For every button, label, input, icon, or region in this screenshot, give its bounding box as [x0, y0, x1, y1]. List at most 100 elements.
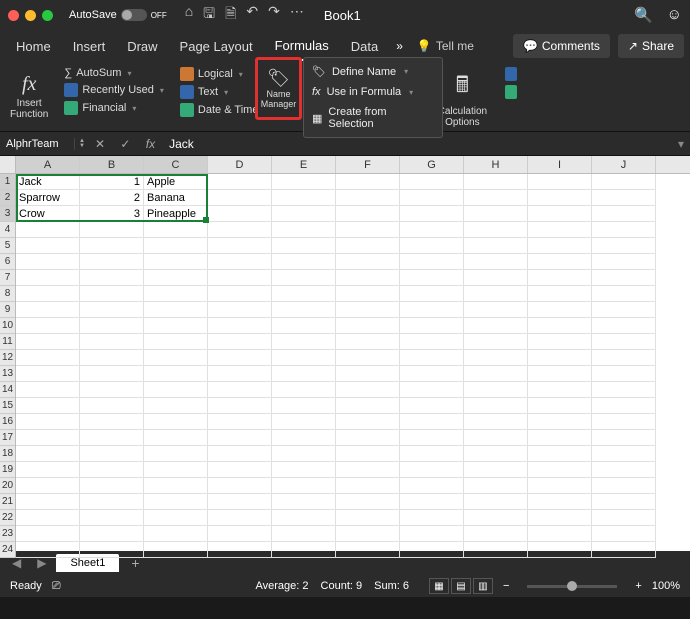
autosave-toggle[interactable]: AutoSave OFF — [69, 9, 167, 21]
insert-function-button[interactable]: fx Insert Function — [6, 66, 52, 127]
cell[interactable] — [208, 286, 272, 302]
zoom-slider[interactable] — [527, 585, 617, 588]
row-header-24[interactable]: 24 — [0, 542, 15, 558]
cell[interactable] — [208, 366, 272, 382]
cell[interactable] — [208, 462, 272, 478]
cell[interactable] — [208, 478, 272, 494]
cell[interactable] — [336, 430, 400, 446]
cell[interactable] — [80, 398, 144, 414]
sheet-nav-next[interactable]: ▶ — [31, 556, 52, 570]
cell[interactable] — [336, 254, 400, 270]
cell[interactable] — [16, 286, 80, 302]
cell[interactable] — [272, 414, 336, 430]
more-icon[interactable]: ⋯ — [290, 3, 304, 27]
comments-button[interactable]: 💬 Comments — [513, 34, 610, 58]
cell[interactable] — [336, 494, 400, 510]
cell[interactable] — [400, 238, 464, 254]
cell[interactable] — [464, 334, 528, 350]
cell[interactable] — [400, 382, 464, 398]
cell[interactable] — [272, 206, 336, 222]
cell[interactable] — [528, 318, 592, 334]
row-header-6[interactable]: 6 — [0, 254, 15, 270]
cell[interactable] — [336, 286, 400, 302]
close-window[interactable] — [8, 10, 19, 21]
cell[interactable] — [208, 238, 272, 254]
cell[interactable] — [144, 542, 208, 558]
create-from-selection-item[interactable]: ▦Create from Selection — [304, 102, 442, 134]
cell[interactable] — [144, 254, 208, 270]
zoom-in-button[interactable]: + — [635, 580, 641, 592]
row-header-11[interactable]: 11 — [0, 334, 15, 350]
cell[interactable] — [272, 334, 336, 350]
cell[interactable] — [528, 270, 592, 286]
share-button[interactable]: ↗ Share — [618, 34, 684, 58]
cell[interactable] — [528, 286, 592, 302]
cell[interactable] — [208, 542, 272, 558]
normal-view-icon[interactable]: ▦ — [429, 578, 449, 594]
cell[interactable] — [528, 334, 592, 350]
save-icon[interactable]: 🖫 — [203, 3, 215, 27]
cell[interactable] — [464, 414, 528, 430]
cell[interactable] — [80, 542, 144, 558]
cell[interactable] — [208, 398, 272, 414]
cell[interactable] — [336, 478, 400, 494]
cell[interactable] — [80, 430, 144, 446]
cell[interactable] — [464, 174, 528, 190]
row-header-5[interactable]: 5 — [0, 238, 15, 254]
cell[interactable] — [464, 526, 528, 542]
cell[interactable] — [336, 526, 400, 542]
cell[interactable] — [400, 270, 464, 286]
row-header-7[interactable]: 7 — [0, 270, 15, 286]
cell[interactable] — [464, 510, 528, 526]
cell[interactable] — [144, 334, 208, 350]
cell[interactable] — [80, 350, 144, 366]
cell[interactable] — [80, 462, 144, 478]
cell[interactable] — [464, 286, 528, 302]
cell[interactable] — [464, 494, 528, 510]
cell[interactable]: 2 — [80, 190, 144, 206]
cell[interactable] — [592, 478, 656, 494]
cell[interactable] — [592, 494, 656, 510]
cell[interactable] — [144, 478, 208, 494]
name-manager-button[interactable]: 🏷 Name Manager — [255, 57, 302, 120]
cell[interactable] — [16, 430, 80, 446]
cell[interactable] — [528, 478, 592, 494]
cell[interactable] — [80, 286, 144, 302]
cell[interactable] — [208, 494, 272, 510]
cell[interactable] — [400, 446, 464, 462]
cell[interactable] — [144, 446, 208, 462]
cell[interactable] — [464, 446, 528, 462]
cell[interactable] — [336, 414, 400, 430]
cell[interactable] — [400, 334, 464, 350]
tab-home[interactable]: Home — [6, 33, 61, 60]
cell[interactable] — [400, 462, 464, 478]
cell[interactable] — [80, 382, 144, 398]
cell[interactable] — [464, 382, 528, 398]
cell[interactable] — [592, 382, 656, 398]
row-header-9[interactable]: 9 — [0, 302, 15, 318]
cell[interactable] — [208, 526, 272, 542]
cell[interactable] — [464, 430, 528, 446]
cell[interactable] — [336, 334, 400, 350]
cell[interactable] — [528, 174, 592, 190]
col-header-D[interactable]: D — [208, 156, 272, 173]
cell[interactable] — [464, 398, 528, 414]
cell[interactable] — [144, 270, 208, 286]
cell[interactable] — [592, 206, 656, 222]
cell[interactable] — [528, 542, 592, 558]
cell[interactable] — [400, 366, 464, 382]
recently-used-button[interactable]: Recently Used▾ — [60, 82, 168, 98]
select-all-corner[interactable] — [0, 156, 16, 174]
cell[interactable] — [528, 206, 592, 222]
cell[interactable] — [464, 222, 528, 238]
cell[interactable] — [272, 510, 336, 526]
cell[interactable] — [16, 446, 80, 462]
cell[interactable] — [144, 222, 208, 238]
use-in-formula-item[interactable]: fxUse in Formula▾ — [304, 82, 442, 102]
cell[interactable] — [80, 494, 144, 510]
cell[interactable] — [528, 398, 592, 414]
cell[interactable] — [272, 446, 336, 462]
cell[interactable] — [16, 366, 80, 382]
col-header-I[interactable]: I — [528, 156, 592, 173]
cell[interactable] — [144, 398, 208, 414]
